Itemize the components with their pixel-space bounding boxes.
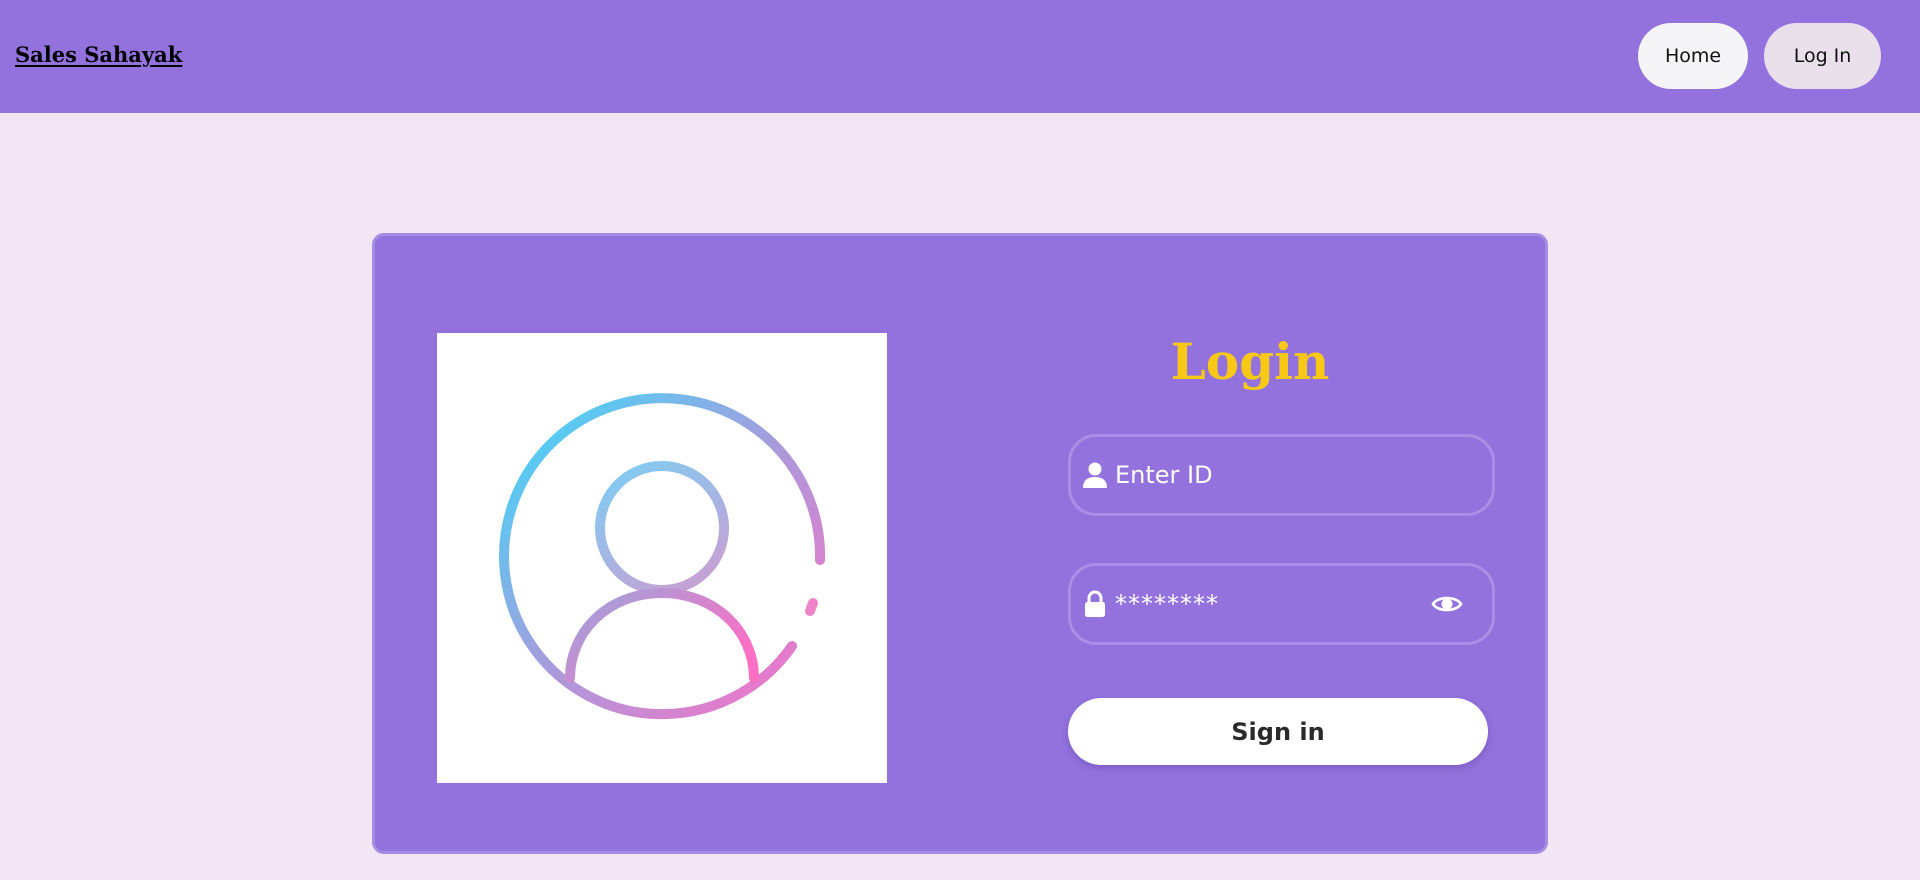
login-title: Login (1170, 332, 1330, 391)
login-nav-button[interactable]: Log In (1764, 23, 1881, 89)
id-field[interactable] (1068, 434, 1495, 516)
home-button[interactable]: Home (1638, 23, 1748, 89)
user-circle-icon (499, 393, 826, 720)
user-icon (1083, 462, 1107, 488)
avatar-image (437, 333, 887, 783)
id-input[interactable] (1115, 437, 1415, 513)
login-card: Login ******** Sign in (372, 233, 1548, 854)
password-input[interactable]: ******** (1115, 590, 1219, 618)
brand-link[interactable]: Sales Sahayak (15, 42, 182, 67)
lock-icon (1085, 590, 1105, 617)
sign-in-button[interactable]: Sign in (1068, 698, 1488, 765)
top-navbar: Sales Sahayak Home Log In (0, 0, 1920, 113)
eye-icon[interactable] (1431, 592, 1463, 616)
password-field[interactable]: ******** (1068, 563, 1495, 645)
